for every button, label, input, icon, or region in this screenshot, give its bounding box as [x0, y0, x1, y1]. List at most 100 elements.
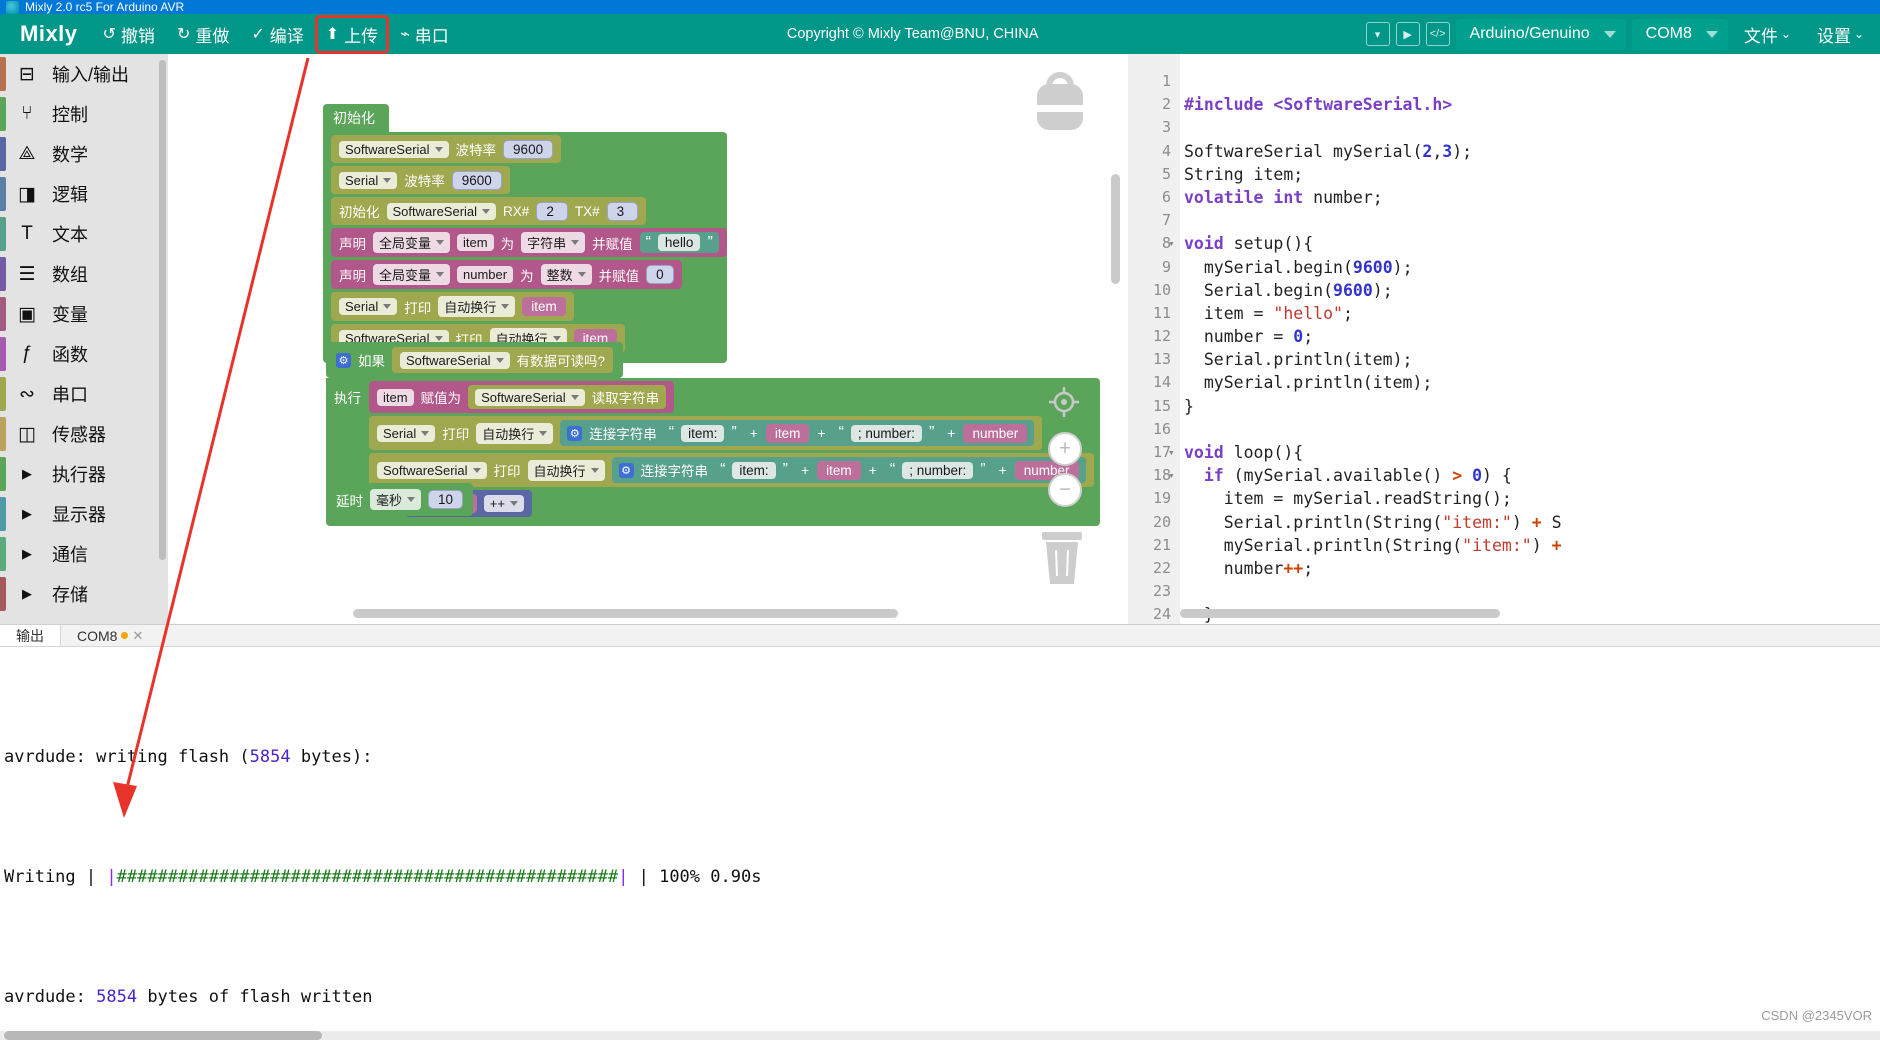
toolbox-scrollbar[interactable] — [159, 60, 166, 560]
code-fold-toggle-icon[interactable]: ▾ — [1168, 232, 1175, 255]
gear-icon[interactable]: ⚙ — [618, 462, 634, 478]
code-editor[interactable]: 1234567891011121314151617181920212223242… — [1128, 54, 1880, 624]
code-line[interactable]: } — [1180, 395, 1880, 418]
code-line[interactable]: void setup(){ — [1180, 232, 1880, 255]
serial-monitor-button[interactable]: ⌁ 串口 — [391, 17, 458, 52]
recenter-icon[interactable] — [1048, 386, 1080, 423]
console-tab-output[interactable]: 输出 — [0, 625, 61, 646]
code-line[interactable]: if (mySerial.available() > 0) { — [1180, 464, 1880, 487]
block-serial-print-item[interactable]: Serial 打印 自动换行 item — [331, 292, 574, 321]
code-line[interactable]: mySerial.println(String("item:") + — [1180, 534, 1880, 557]
concat-block[interactable]: ⚙ 连接字符串 “ item: ” + item + “ ; number: ”… — [611, 457, 1086, 483]
toolbox-item-sensor[interactable]: ◫ 传感器 — [0, 414, 168, 454]
code-line[interactable]: Serial.begin(9600); — [1180, 279, 1880, 302]
number-literal-value[interactable]: 0 — [646, 265, 674, 284]
split-view-icon[interactable]: ▶ — [1395, 22, 1420, 46]
editor-horizontal-scrollbar[interactable] — [1180, 609, 1500, 618]
toolbox-item-text[interactable]: T 文本 — [0, 214, 168, 254]
newline-mode-dropdown[interactable]: 自动换行 — [476, 422, 554, 444]
code-line[interactable]: #include <SoftwareSerial.h> — [1180, 93, 1880, 116]
variable-name-field[interactable]: number — [457, 266, 514, 283]
workspace-horizontal-scrollbar[interactable] — [353, 609, 898, 618]
toolbox-item-math[interactable]: ⟁ 数学 — [0, 134, 168, 174]
code-fold-toggle-icon[interactable]: ▾ — [1168, 441, 1175, 464]
port-dropdown[interactable]: Serial — [339, 171, 398, 189]
concat-block[interactable]: ⚙ 连接字符串 “ item: ” + item + “ ; number: ”… — [560, 420, 1035, 446]
trash-icon[interactable] — [1034, 526, 1090, 593]
setup-block[interactable]: 初始化 SoftwareSerial 波特率 9600 Serial 波特率 9… — [323, 104, 727, 363]
condition-block[interactable]: SoftwareSerial 有数据可读吗? — [392, 347, 614, 373]
string-value[interactable]: ; number: — [850, 424, 922, 442]
delay-unit-dropdown[interactable]: 毫秒 — [370, 489, 422, 510]
board-select[interactable]: Arduino/Genuino — [1455, 18, 1626, 50]
tx-pin-value[interactable]: 3 — [606, 201, 639, 221]
menu-settings[interactable]: 设置 ⌄ — [1807, 22, 1874, 47]
zoom-out-icon[interactable]: − — [1048, 473, 1082, 507]
baud-value[interactable]: 9600 — [451, 170, 502, 190]
gear-icon[interactable]: ⚙ — [336, 352, 351, 368]
delay-block-row[interactable]: 延时 毫秒 10 — [326, 483, 474, 516]
toolbox-item-control[interactable]: ⑂ 控制 — [0, 94, 168, 134]
port-dropdown[interactable]: SoftwareSerial — [475, 388, 585, 406]
code-line[interactable]: SoftwareSerial mySerial(2,3); — [1180, 140, 1880, 163]
baud-value[interactable]: 9600 — [503, 139, 554, 159]
if-block-header[interactable]: ⚙ 如果 SoftwareSerial 有数据可读吗? — [326, 342, 624, 378]
delay-value[interactable]: 10 — [428, 490, 464, 509]
concat-part-string-2[interactable]: “ ; number: ” — [834, 424, 940, 443]
redo-button[interactable]: ↻ 重做 — [168, 17, 238, 52]
variable-getter-block[interactable]: item — [522, 297, 566, 316]
block-declare-item[interactable]: 声明 全局变量 item 为 字符串 并赋值 “ hello ” — [331, 228, 727, 257]
concat-part-string-1[interactable]: “ item: ” — [664, 424, 742, 443]
menu-file[interactable]: 文件 ⌄ — [1734, 22, 1801, 47]
type-dropdown[interactable]: 整数 — [540, 264, 592, 285]
code-line[interactable]: Serial.println(item); — [1180, 348, 1880, 371]
toolbox-item-serial[interactable]: ∾ 串口 — [0, 374, 168, 414]
newline-mode-dropdown[interactable]: 自动换行 — [527, 459, 605, 481]
editor-code-area[interactable]: #include <SoftwareSerial.h> SoftwareSeria… — [1180, 70, 1880, 624]
console-horizontal-scrollbar[interactable] — [4, 1031, 322, 1040]
code-line[interactable]: void loop(){ — [1180, 441, 1880, 464]
scope-dropdown[interactable]: 全局变量 — [373, 264, 451, 285]
undo-button[interactable]: ↺ 撤销 — [94, 17, 164, 52]
code-line[interactable]: volatile int number; — [1180, 186, 1880, 209]
concat-part-string-1[interactable]: “ item: ” — [715, 461, 793, 480]
concat-part-variable-2[interactable]: number — [963, 423, 1028, 443]
code-line[interactable] — [1180, 209, 1880, 232]
block-serial-print-concat[interactable]: Serial 打印 自动换行 ⚙ 连接字符串 “ item: ” + item … — [369, 416, 1043, 450]
code-line[interactable]: number = 0; — [1180, 325, 1880, 348]
toolbox-item-array[interactable]: ☰ 数组 — [0, 254, 168, 294]
block-softwareserial-begin[interactable]: SoftwareSerial 波特率 9600 — [331, 135, 562, 163]
assign-target-field[interactable]: item — [377, 388, 414, 406]
code-line[interactable] — [1180, 580, 1880, 603]
code-fold-toggle-icon[interactable]: ▾ — [1168, 464, 1175, 487]
block-softwareserial-init[interactable]: 初始化 SoftwareSerial RX# 2 TX# 3 — [331, 197, 647, 225]
blockly-workspace[interactable]: 初始化 SoftwareSerial 波特率 9600 Serial 波特率 9… — [168, 54, 1128, 624]
code-line[interactable]: mySerial.println(item); — [1180, 371, 1880, 394]
compile-button[interactable]: ✓ 编译 — [242, 17, 312, 52]
console-tab-com8[interactable]: COM8 ✕ — [61, 625, 159, 646]
workspace-vertical-scrollbar[interactable] — [1111, 174, 1120, 284]
concat-part-variable-1[interactable]: item — [817, 460, 861, 480]
upload-button[interactable]: ⬆ 上传 — [314, 14, 390, 54]
port-dropdown[interactable]: SoftwareSerial — [377, 461, 487, 479]
string-value[interactable]: hello — [657, 234, 701, 251]
zoom-in-icon[interactable]: + — [1048, 432, 1082, 466]
toolbox-item-display[interactable]: ▶ 显示器 — [0, 494, 168, 534]
code-line[interactable]: number++; — [1180, 557, 1880, 580]
block-swserial-print-concat[interactable]: SoftwareSerial 打印 自动换行 ⚙ 连接字符串 “ item: ”… — [369, 453, 1094, 487]
code-line[interactable] — [1180, 418, 1880, 441]
toolbox-item-actuator[interactable]: ▶ 执行器 — [0, 454, 168, 494]
type-dropdown[interactable]: 字符串 — [521, 232, 586, 253]
variable-name-field[interactable]: item — [457, 234, 494, 251]
rx-pin-value[interactable]: 2 — [536, 201, 568, 221]
code-line[interactable]: String item; — [1180, 163, 1880, 186]
toolbox-item-function[interactable]: ƒ 函数 — [0, 334, 168, 374]
backpack-icon[interactable] — [1033, 72, 1087, 139]
increment-operator-dropdown[interactable]: ++ — [483, 495, 524, 512]
code-line[interactable]: item = "hello"; — [1180, 302, 1880, 325]
code-view-icon[interactable]: </> — [1425, 22, 1450, 46]
string-value[interactable]: item: — [681, 424, 725, 442]
port-select[interactable]: COM8 — [1631, 18, 1728, 50]
readstring-block[interactable]: SoftwareSerial 读取字符串 — [468, 385, 667, 409]
port-dropdown[interactable]: SoftwareSerial — [339, 140, 449, 158]
